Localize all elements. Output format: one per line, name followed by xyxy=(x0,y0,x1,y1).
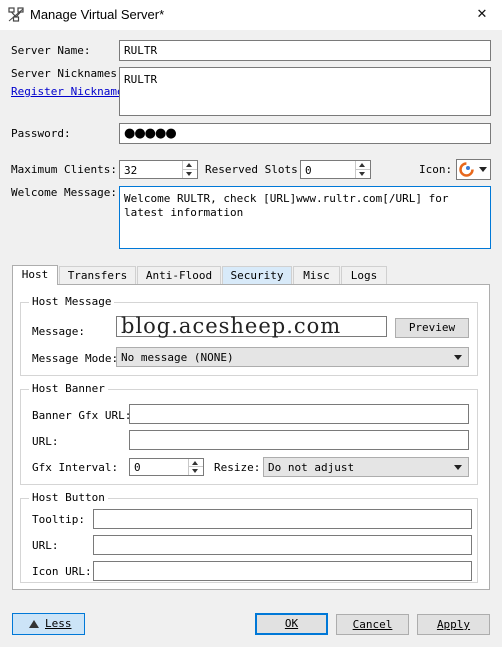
welcome-message-input[interactable]: Welcome RULTR, check [URL]www.rultr.com[… xyxy=(119,186,491,249)
resize-select[interactable]: Do not adjust xyxy=(263,457,469,477)
tooltip-label: Tooltip: xyxy=(32,513,85,526)
host-button-group: Host Button Tooltip: URL: Icon URL: xyxy=(20,491,478,583)
host-message-group: Host Message Message: blog.acesheep.com … xyxy=(20,295,478,376)
chevron-down-icon xyxy=(454,355,462,360)
banner-gfx-url-label: Banner Gfx URL: xyxy=(32,409,132,422)
tab-misc[interactable]: Misc xyxy=(293,266,340,284)
tooltip-input[interactable] xyxy=(93,509,472,529)
maximum-clients-value: 32 xyxy=(124,164,138,177)
resize-value: Do not adjust xyxy=(268,461,355,474)
banner-url-input[interactable] xyxy=(129,430,469,450)
preview-button[interactable]: Preview xyxy=(395,318,469,338)
tab-anti-flood[interactable]: Anti-Flood xyxy=(137,266,221,284)
icon-url-input[interactable] xyxy=(93,561,472,581)
tab-transfers[interactable]: Transfers xyxy=(59,266,136,284)
password-input[interactable]: ●●●●● xyxy=(119,123,491,144)
welcome-message-label: Welcome Message: xyxy=(11,186,117,199)
maximum-clients-label: Maximum Clients: xyxy=(11,163,117,176)
gfx-interval-label: Gfx Interval: xyxy=(32,461,119,474)
server-icon xyxy=(459,162,474,177)
icon-label: Icon: xyxy=(419,163,453,176)
message-label: Message: xyxy=(32,325,85,338)
tab-host[interactable]: Host xyxy=(12,265,58,285)
title-bar: Manage Virtual Server* ✕ xyxy=(0,0,502,30)
chevron-down-icon xyxy=(479,167,487,172)
gfx-interval-stepper[interactable]: 0 xyxy=(129,458,204,476)
close-icon[interactable]: ✕ xyxy=(472,5,492,25)
button-url-input[interactable] xyxy=(93,535,472,555)
banner-url-label: URL: xyxy=(32,435,59,448)
ok-button[interactable]: OK xyxy=(255,613,328,635)
server-name-label: Server Name: xyxy=(11,44,91,57)
resize-label: Resize: xyxy=(214,461,261,474)
server-nicknames-input[interactable]: RULTR xyxy=(119,67,491,116)
host-banner-group: Host Banner Banner Gfx URL: URL: Gfx Int… xyxy=(20,382,478,485)
gfx-interval-value: 0 xyxy=(134,461,141,474)
server-name-input[interactable]: RULTR xyxy=(119,40,491,61)
spin-up-icon[interactable] xyxy=(183,161,197,170)
reserved-slots-stepper[interactable]: 0 xyxy=(300,160,371,179)
reserved-slots-label: Reserved Slots: xyxy=(205,163,305,176)
host-button-title: Host Button xyxy=(29,491,108,505)
spin-down-icon[interactable] xyxy=(356,170,370,179)
tab-logs[interactable]: Logs xyxy=(341,266,387,284)
cancel-button[interactable]: Cancel xyxy=(336,614,409,635)
spin-up-icon[interactable] xyxy=(356,161,370,170)
window-title: Manage Virtual Server* xyxy=(30,7,165,22)
server-nicknames-label: Server Nicknames: xyxy=(11,67,124,80)
message-mode-value: No message (NONE) xyxy=(121,351,234,364)
spin-down-icon[interactable] xyxy=(189,467,203,475)
message-mode-select[interactable]: No message (NONE) xyxy=(116,347,469,367)
banner-gfx-url-input[interactable] xyxy=(129,404,469,424)
less-button-label: Less xyxy=(45,617,72,630)
apply-button[interactable]: Apply xyxy=(417,614,490,635)
network-icon xyxy=(8,7,24,23)
icon-url-label: Icon URL: xyxy=(32,565,92,578)
triangle-up-icon xyxy=(29,620,39,628)
host-message-title: Host Message xyxy=(29,295,115,309)
password-label: Password: xyxy=(11,127,71,140)
tab-panel: Host Message Message: blog.acesheep.com … xyxy=(12,284,490,590)
host-banner-title: Host Banner xyxy=(29,382,108,396)
register-nickname-link[interactable]: Register Nickname xyxy=(11,85,124,99)
chevron-down-icon xyxy=(454,465,462,470)
maximum-clients-stepper[interactable]: 32 xyxy=(119,160,198,179)
button-url-label: URL: xyxy=(32,539,59,552)
icon-picker[interactable] xyxy=(456,159,491,180)
spin-up-icon[interactable] xyxy=(189,459,203,467)
spin-down-icon[interactable] xyxy=(183,170,197,179)
host-message-input[interactable]: blog.acesheep.com xyxy=(116,316,387,337)
tab-security[interactable]: Security xyxy=(222,266,292,284)
message-mode-label: Message Mode: xyxy=(32,352,119,365)
reserved-slots-value: 0 xyxy=(305,164,312,177)
less-button[interactable]: Less xyxy=(12,613,85,635)
